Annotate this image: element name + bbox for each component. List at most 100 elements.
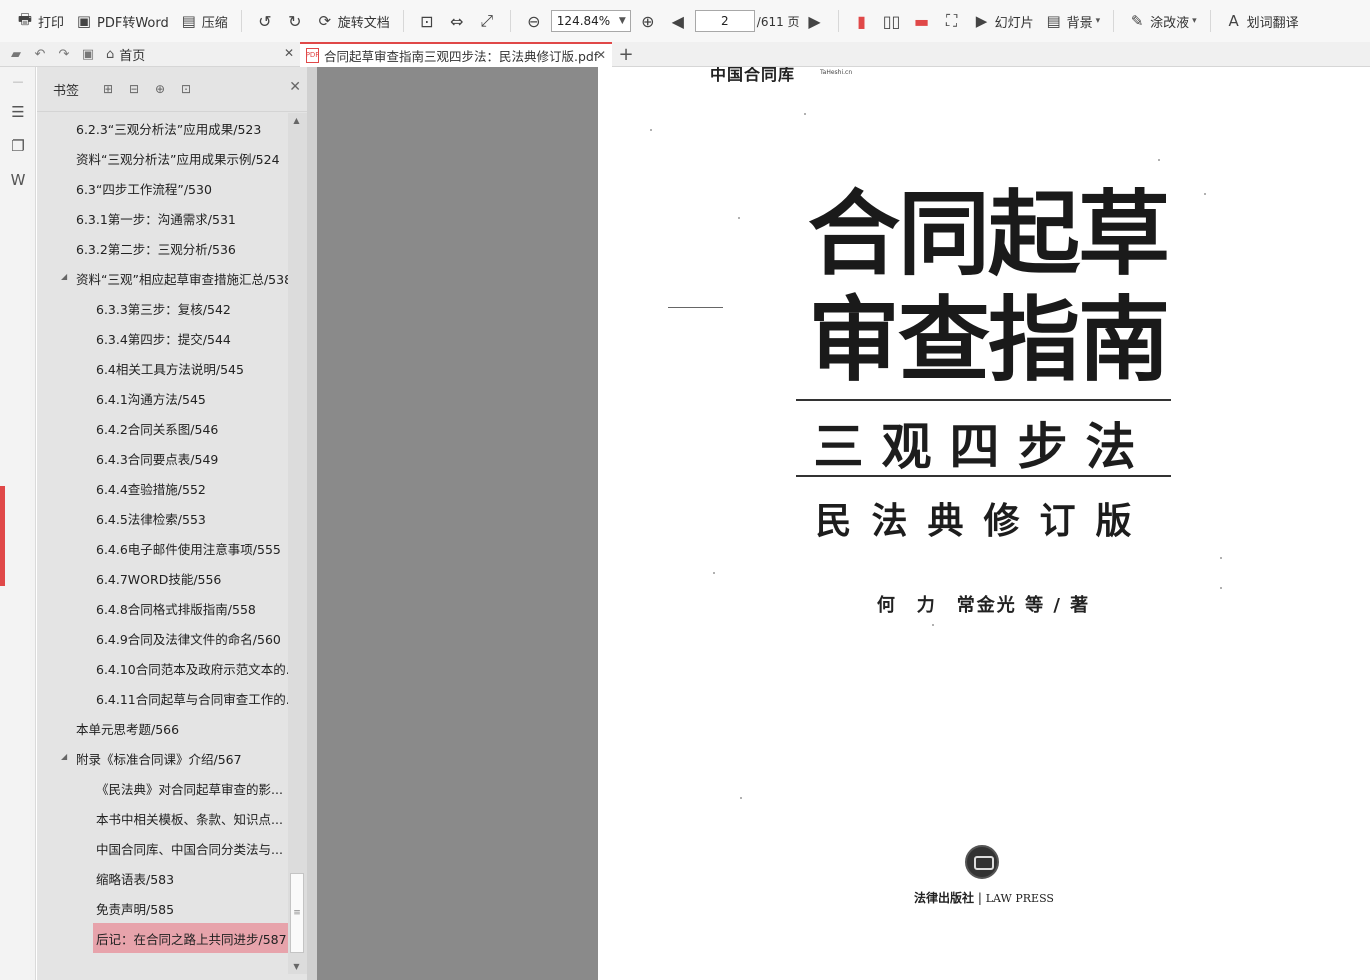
next-page-icon[interactable]: ▶: [800, 6, 830, 36]
zoom-select[interactable]: 124.84% ▼: [550, 10, 631, 32]
rotate-right-icon[interactable]: ↻: [280, 6, 310, 36]
rotate-left-icon[interactable]: ↺: [250, 6, 280, 36]
pdf-file-icon: PDF: [306, 47, 319, 63]
whiteout-button[interactable]: ✎ 涂改液 ▾: [1122, 6, 1202, 36]
pdf-to-word-button[interactable]: ▣ PDF转Word: [69, 6, 174, 36]
publisher-name: 法律出版社 | LAW PRESS: [878, 889, 1090, 906]
bookmark-item[interactable]: 本单元思考题/566: [37, 713, 288, 743]
bookmark-item[interactable]: 6.4.9合同及法律文件的命名/560: [37, 623, 288, 653]
open-folder-icon[interactable]: ▰: [4, 42, 28, 66]
bookmark-panel-header: 书签 ⊞ ⊟ ⊕ ⊡ ✕: [37, 67, 307, 112]
bookmark-item[interactable]: 6.3.2第二步：三观分析/536: [37, 233, 288, 263]
slideshow-button[interactable]: ▶ 幻灯片: [967, 6, 1039, 36]
fullscreen-icon[interactable]: ⛶: [937, 6, 967, 36]
expand-all-icon[interactable]: ⊞: [95, 79, 121, 99]
page-number-input[interactable]: 2: [694, 10, 755, 32]
fit-page-icon[interactable]: ⤢: [472, 6, 502, 36]
bookmark-item[interactable]: 6.4.4查验措施/552: [37, 473, 288, 503]
add-bookmark-icon[interactable]: ⊕: [147, 79, 173, 99]
bookmark-item[interactable]: 6.4相关工具方法说明/545: [37, 353, 288, 383]
bookmark-options-icon[interactable]: ⊡: [173, 79, 199, 99]
bookmark-item[interactable]: 《民法典》对合同起草审查的影...: [37, 773, 288, 803]
bookmark-item-selected[interactable]: 后记：在合同之路上共同进步/587: [93, 923, 288, 953]
bookmark-item[interactable]: 6.4.11合同起草与合同审查工作的...: [37, 683, 288, 713]
bookmark-item[interactable]: 6.3.1第一步：沟通需求/531: [37, 203, 288, 233]
translate-label: 划词翻译: [1246, 15, 1299, 31]
scan-speck: [804, 113, 806, 115]
bookmark-item[interactable]: ◢ 资料“三观”相应起草审查措施汇总/538: [37, 263, 288, 293]
thumbnails-icon[interactable]: ❐: [0, 129, 36, 163]
scrollbar-thumb[interactable]: ≡: [290, 873, 304, 953]
bookmark-item[interactable]: 6.3.3第三步：复核/542: [37, 293, 288, 323]
previous-page-icon[interactable]: ◀: [663, 6, 693, 36]
background-label: 背景: [1066, 15, 1093, 31]
bookmark-item-label: 6.4相关工具方法说明/545: [96, 361, 244, 377]
bookmark-list-icon[interactable]: ☰: [0, 95, 36, 129]
bookmark-item[interactable]: 资料“三观分析法”应用成果示例/524: [37, 143, 288, 173]
bookmark-item-label: 6.4.7WORD技能/556: [96, 571, 222, 587]
two-page-icon[interactable]: ▯▯: [877, 6, 907, 36]
zoom-in-icon[interactable]: ⊕: [633, 6, 663, 36]
translate-button[interactable]: A 划词翻译: [1219, 6, 1304, 36]
bookmark-item[interactable]: 6.4.1沟通方法/545: [37, 383, 288, 413]
background-button[interactable]: ▤ 背景 ▾: [1039, 6, 1106, 36]
publisher-name-separator: |: [977, 891, 982, 905]
chevron-down-icon: ▼: [618, 16, 626, 26]
undo-icon[interactable]: ↶: [28, 42, 52, 66]
close-icon[interactable]: ✕: [284, 46, 294, 60]
document-viewer[interactable]: 中国合同库 TaHeshi.cn 合同起草 审查指南 三观四步法 民法典修订版 …: [317, 67, 1370, 980]
bookmark-item[interactable]: 6.4.6电子邮件使用注意事项/555: [37, 533, 288, 563]
eraser-icon: ✎: [1130, 12, 1144, 30]
print-button[interactable]: 🖶 打印: [10, 6, 69, 36]
bookmark-item[interactable]: 6.3“四步工作流程”/530: [37, 173, 288, 203]
compress-button[interactable]: ▤ 压缩: [174, 6, 233, 36]
scroll-up-icon[interactable]: ▲: [288, 113, 305, 128]
fit-width-icon[interactable]: ⇔: [442, 6, 472, 36]
single-page-icon[interactable]: ▮: [847, 6, 877, 36]
actual-size-icon[interactable]: ⊡: [412, 6, 442, 36]
title-rule-bottom: [796, 475, 1171, 477]
continuous-scroll-icon[interactable]: ▬: [907, 6, 937, 36]
redo-icon[interactable]: ↷: [52, 42, 76, 66]
bookmark-item[interactable]: 6.4.10合同范本及政府示范文本的...: [37, 653, 288, 683]
bookmark-item[interactable]: 6.4.8合同格式排版指南/558: [37, 593, 288, 623]
background-icon: ▤: [1046, 12, 1061, 30]
bookmark-item[interactable]: 6.3.4第四步：提交/544: [37, 323, 288, 353]
convert-word-icon[interactable]: W: [0, 163, 36, 197]
save-icon[interactable]: ▣: [76, 42, 100, 66]
scroll-down-icon[interactable]: ▼: [288, 959, 305, 974]
bookmark-item-label: 附录《标准合同课》介绍/567: [76, 751, 242, 767]
bookmark-item[interactable]: 本书中相关模板、条款、知识点...: [37, 803, 288, 833]
tab-document[interactable]: PDF 合同起草审查指南三观四步法：民法典修订版.pdf ✕: [300, 41, 612, 67]
bookmark-item-label: 中国合同库、中国合同分类法与...: [96, 841, 283, 857]
bookmark-item[interactable]: 6.4.2合同关系图/546: [37, 413, 288, 443]
close-icon[interactable]: ✕: [289, 79, 301, 95]
bookmark-item[interactable]: 中国合同库、中国合同分类法与...: [37, 833, 288, 863]
scan-speck: [1158, 159, 1160, 161]
bookmark-item-label: 后记：在合同之路上共同进步/587: [96, 931, 287, 947]
panel-splitter[interactable]: [307, 67, 317, 980]
close-icon[interactable]: ✕: [596, 48, 606, 62]
bookmark-item[interactable]: 免责声明/585: [37, 893, 288, 923]
expand-toggle-icon[interactable]: ◢: [61, 752, 67, 761]
bookmark-item[interactable]: 6.4.3合同要点表/549: [37, 443, 288, 473]
bookmark-item-label: 资料“三观分析法”应用成果示例/524: [76, 151, 280, 167]
collapse-handle-icon[interactable]: —: [0, 67, 36, 95]
new-tab-button[interactable]: +: [612, 42, 640, 67]
bookmark-scrollbar[interactable]: ▲ ≡ ▼: [288, 113, 307, 974]
bookmark-item[interactable]: ◢ 附录《标准合同课》介绍/567: [37, 743, 288, 773]
bookmark-item-label: 6.4.4查验措施/552: [96, 481, 206, 497]
collapse-all-icon[interactable]: ⊟: [121, 79, 147, 99]
rotate-doc-button[interactable]: ⟳ 旋转文档: [310, 6, 395, 36]
side-collapse-tab[interactable]: [0, 486, 5, 586]
toolbar-divider: [1209, 10, 1211, 32]
bookmark-item-label: 6.3“四步工作流程”/530: [76, 181, 212, 197]
bookmark-item-label: 6.3.3第三步：复核/542: [96, 301, 231, 317]
bookmark-item[interactable]: 6.4.7WORD技能/556: [37, 563, 288, 593]
bookmark-item[interactable]: 缩略语表/583: [37, 863, 288, 893]
bookmark-item[interactable]: 6.2.3“三观分析法”应用成果/523: [37, 113, 288, 143]
zoom-out-icon[interactable]: ⊖: [519, 6, 549, 36]
expand-toggle-icon[interactable]: ◢: [61, 272, 67, 281]
bookmark-item[interactable]: 6.4.5法律检索/553: [37, 503, 288, 533]
tab-home[interactable]: ⌂ 首页 ✕: [100, 42, 300, 67]
